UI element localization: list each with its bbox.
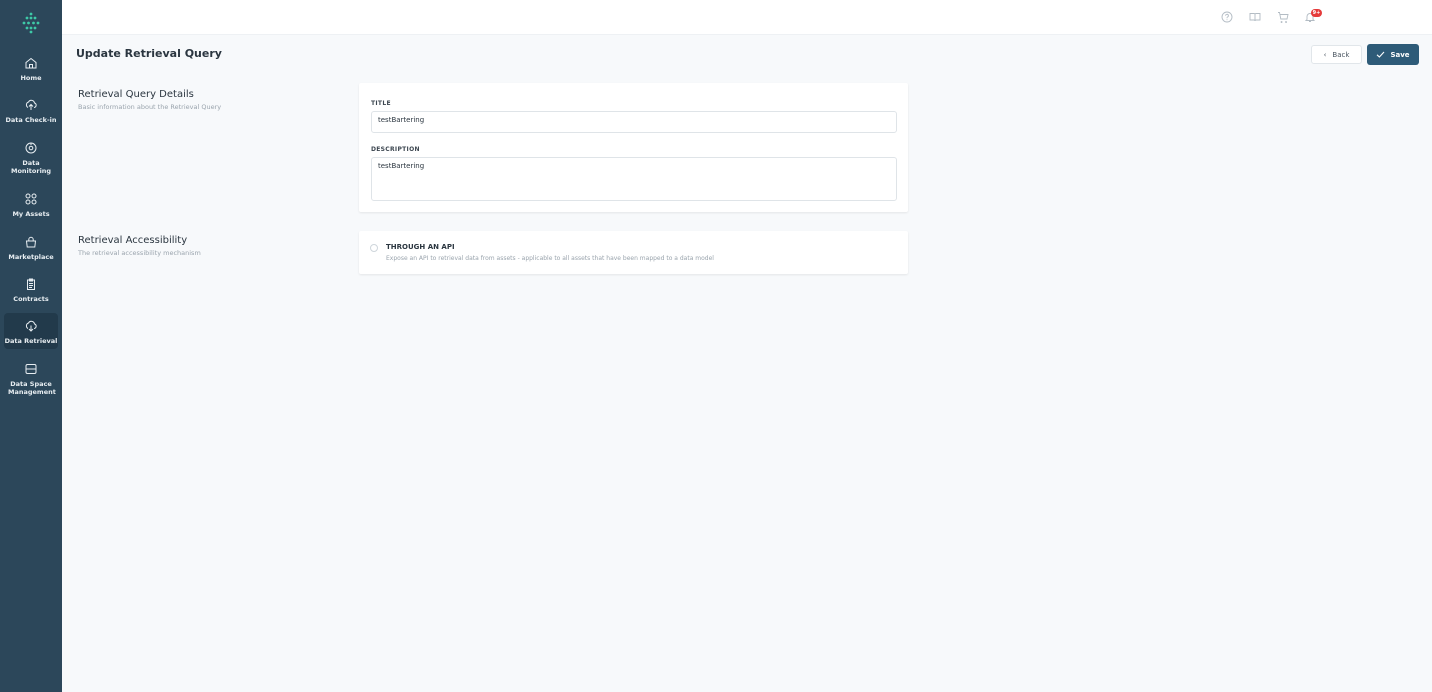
description-textarea[interactable]: testBartering: [371, 157, 897, 201]
sidebar-item-label: Home: [20, 74, 42, 82]
cloud-upload-icon: [25, 99, 37, 110]
sidebar-item-my-assets[interactable]: My Assets: [4, 186, 58, 222]
sidebar-item-data-retrieval[interactable]: Data Retrieval: [4, 313, 58, 349]
clipboard-icon: [27, 278, 35, 290]
notification-badge: 9+: [1311, 9, 1322, 17]
sidebar-item-label: Data Monitoring: [11, 159, 52, 175]
home-icon: [25, 57, 37, 69]
sidebar-item-label: My Assets: [12, 210, 50, 218]
sidebar-item-contracts[interactable]: Contracts: [4, 271, 58, 307]
sidebar-item-data-space-management[interactable]: Data Space Management: [4, 356, 58, 400]
api-option-description: Expose an API to retrieval data from ass…: [386, 255, 714, 262]
sidebar-item-home[interactable]: Home: [4, 50, 58, 86]
logo-icon[interactable]: [22, 12, 40, 34]
sidebar-item-label: Data Check-in: [5, 116, 57, 124]
section-subtitle-accessibility: The retrieval accessibility mechanism: [78, 249, 201, 257]
sidebar: Home Data Check-in Data Monitoring My As…: [0, 0, 62, 692]
sidebar-item-data-check-in[interactable]: Data Check-in: [4, 92, 58, 128]
page-title: Update Retrieval Query: [76, 47, 222, 60]
accessibility-card: THROUGH AN API Expose an API to retrieva…: [359, 231, 908, 274]
chevron-left-icon: ‹: [1323, 50, 1327, 59]
section-title-details: Retrieval Query Details: [78, 89, 194, 100]
sidebar-item-marketplace[interactable]: Marketplace: [4, 229, 58, 265]
cart-icon[interactable]: [1277, 11, 1289, 23]
save-button[interactable]: Save: [1367, 44, 1419, 65]
grid-icon: [25, 193, 37, 205]
section-title-accessibility: Retrieval Accessibility: [78, 235, 188, 246]
cloud-download-icon: [25, 320, 37, 332]
check-icon: [1377, 51, 1385, 58]
bag-icon: [25, 236, 37, 248]
sidebar-item-label: Data Space Management: [8, 380, 56, 396]
help-icon[interactable]: [1221, 11, 1233, 23]
sidebar-item-label: Data Retrieval: [4, 337, 58, 345]
details-card: TITLE testBartering DESCRIPTION testBart…: [359, 83, 908, 212]
sidebar-item-label: Marketplace: [8, 253, 54, 261]
api-option-title: THROUGH AN API: [386, 243, 455, 251]
title-input[interactable]: testBartering: [371, 111, 897, 133]
section-subtitle-details: Basic information about the Retrieval Qu…: [78, 103, 222, 111]
sidebar-item-data-monitoring[interactable]: Data Monitoring: [4, 135, 58, 179]
save-label: Save: [1390, 50, 1410, 59]
description-field-label: DESCRIPTION: [371, 146, 420, 153]
title-field-label: TITLE: [371, 100, 391, 107]
sidebar-item-label: Contracts: [13, 295, 49, 303]
back-label: Back: [1332, 50, 1350, 59]
book-icon[interactable]: [1249, 11, 1261, 23]
server-icon: [25, 364, 37, 374]
monitoring-icon: [25, 142, 37, 154]
api-option-radio[interactable]: [370, 244, 378, 252]
back-button[interactable]: ‹ Back: [1311, 45, 1362, 64]
